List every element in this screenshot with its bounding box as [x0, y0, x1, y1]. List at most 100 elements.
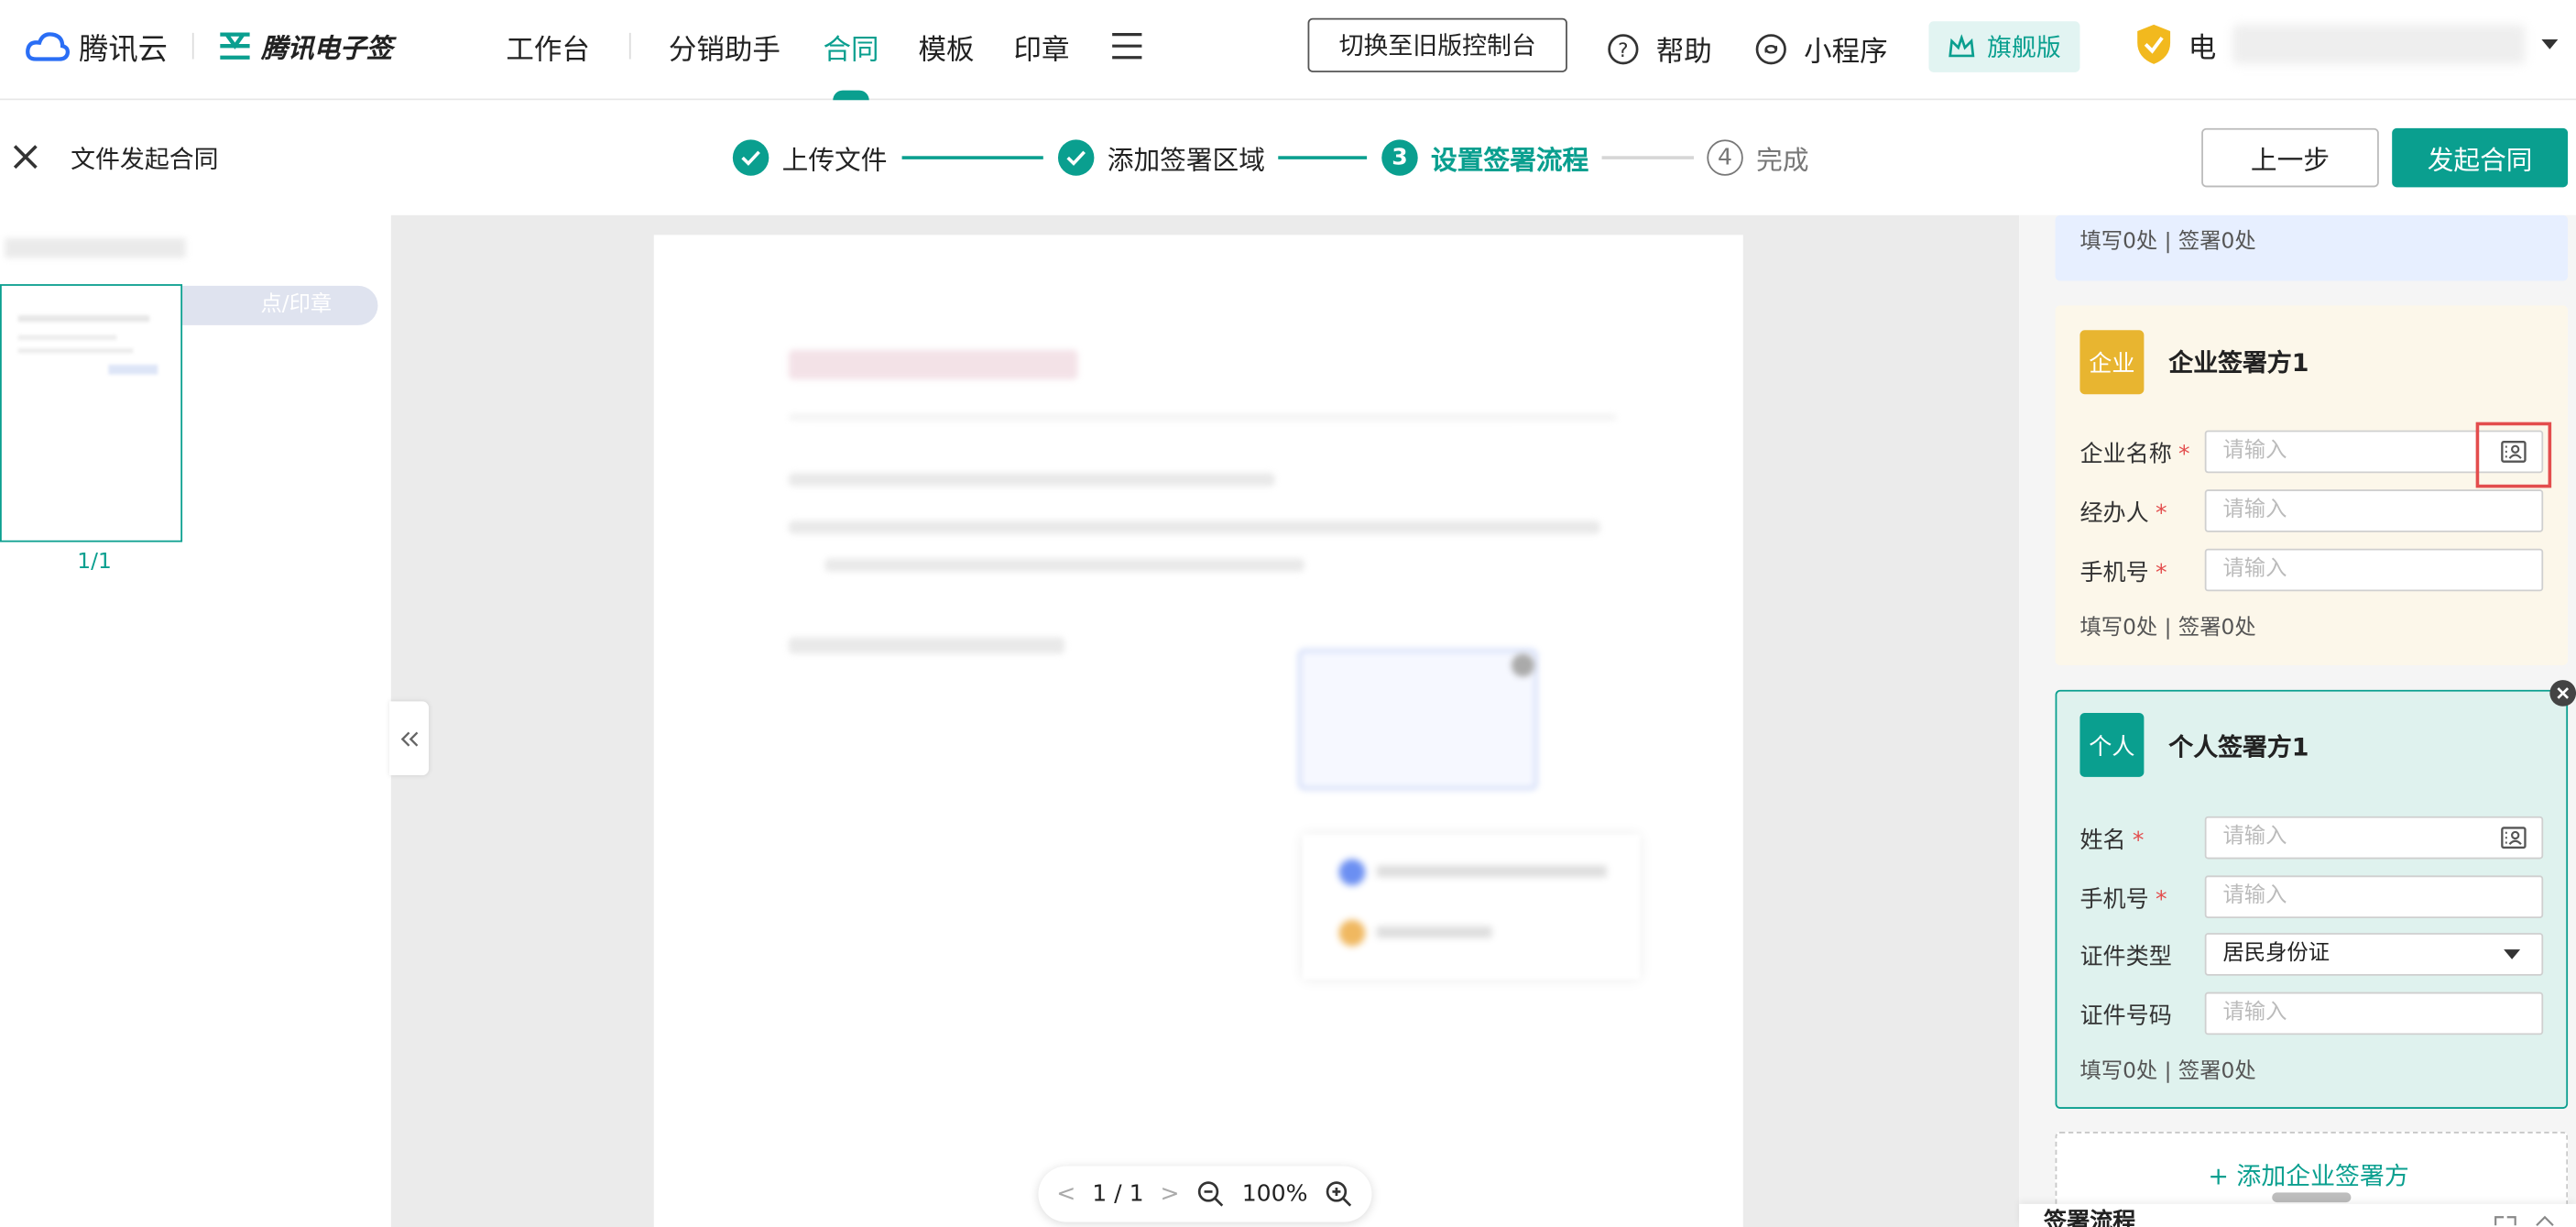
thumbnail-page-number: 1/1	[77, 550, 112, 575]
miniprogram-icon	[1755, 33, 1786, 64]
step-connector	[1601, 156, 1694, 159]
flagship-edition-badge[interactable]: 旗舰版	[1928, 21, 2080, 72]
enterprise-badge: 企业	[2079, 330, 2145, 395]
thumbnail-pane: 点/印章 1/1	[0, 214, 391, 1227]
zoom-in-icon[interactable]	[1324, 1179, 1353, 1209]
step-number: 3	[1381, 139, 1418, 176]
cloud-logo-icon	[26, 32, 71, 61]
step-add-sign-area: 添加签署区域	[1057, 138, 1265, 178]
menu-icon[interactable]	[1110, 31, 1143, 60]
document-page	[653, 235, 1743, 1227]
blurred-text-line	[788, 637, 1065, 654]
step-connector	[901, 156, 1043, 159]
file-name-redacted	[5, 237, 186, 258]
close-icon[interactable]	[13, 145, 38, 170]
signature-area[interactable]	[1297, 649, 1538, 791]
help-icon: ?	[1608, 33, 1639, 64]
remove-area-icon[interactable]	[1511, 653, 1535, 677]
add-enterprise-label: + 添加企业签署方	[2208, 1161, 2409, 1191]
chevron-up-icon[interactable]	[2533, 1215, 2556, 1227]
field-label-id-type: 证件类型	[2079, 944, 2172, 971]
page-zoom-controls: < 1 / 1 > 100%	[1038, 1166, 1372, 1222]
chevron-down-icon	[2541, 39, 2559, 49]
field-label-name: 姓名 *	[2079, 827, 2145, 855]
field-label-handler: 经办人 *	[2079, 500, 2167, 528]
nav-contract[interactable]: 合同	[823, 27, 879, 68]
step-label: 添加签署区域	[1107, 144, 1265, 176]
handler-input[interactable]: 请输入	[2204, 489, 2544, 532]
enterprise-card-stats: 填写0处 | 签署0处	[2079, 616, 2256, 641]
field-label-enterprise-phone: 手机号 *	[2079, 560, 2167, 586]
step-label: 完成	[1756, 144, 1809, 176]
nav-workbench[interactable]: 工作台	[506, 27, 589, 68]
name-input[interactable]: 请输入	[2204, 816, 2544, 860]
personal-phone-input[interactable]: 请输入	[2204, 875, 2544, 919]
company-name-redacted	[2232, 24, 2526, 64]
nav-template[interactable]: 模板	[919, 27, 975, 68]
field-label-id-number: 证件号码	[2079, 1003, 2172, 1030]
field-label-company-name: 企业名称 *	[2079, 442, 2190, 468]
flagship-label: 旗舰版	[1987, 32, 2061, 63]
contact-book-icon[interactable]	[2501, 827, 2527, 849]
miniprogram-label: 小程序	[1804, 36, 1888, 70]
personal-card-stats: 填写0处 | 签署0处	[2079, 1059, 2256, 1085]
blurred-divider	[788, 413, 1617, 421]
id-type-select[interactable]: 居民身份证	[2204, 933, 2544, 976]
svg-text:?: ?	[1618, 38, 1628, 61]
drag-handle[interactable]	[2272, 1192, 2352, 1203]
step-label: 上传文件	[781, 144, 888, 176]
check-icon	[732, 139, 770, 176]
id-number-input[interactable]: 请输入	[2204, 991, 2544, 1035]
esign-logo-icon	[220, 32, 250, 60]
signer-popover	[1303, 834, 1640, 980]
esign-logo[interactable]: 腾讯电子签	[217, 27, 393, 66]
nav-seal[interactable]: 印章	[1014, 27, 1070, 68]
nav-distribution[interactable]: 分销助手	[669, 27, 780, 68]
step-connector	[1278, 156, 1368, 159]
esign-brand-name: 腾讯电子签	[261, 32, 393, 64]
brand-name: 腾讯云	[79, 32, 168, 68]
top-navigation-bar: 腾讯云 腾讯电子签 工作台 分销助手 合同 模板 印章 切换至旧版控制台 ? 帮…	[0, 0, 2576, 101]
personal-badge: 个人	[2079, 712, 2145, 777]
expand-icon[interactable]	[2494, 1215, 2516, 1227]
page-thumbnail[interactable]	[0, 284, 183, 542]
shield-icon	[2137, 24, 2171, 64]
flow-panel-title: 签署流程	[2043, 1209, 2136, 1227]
previous-step-button[interactable]: 上一步	[2201, 127, 2379, 188]
collapse-sidebar-button[interactable]	[389, 701, 430, 776]
step-finish: 4 完成	[1707, 138, 1809, 178]
blurred-doc-title	[788, 349, 1078, 380]
previous-card-stats: 填写0处 | 签署0处	[2079, 229, 2256, 255]
blurred-text-line	[788, 520, 1600, 534]
personal-signer-title: 个人签署方1	[2168, 732, 2309, 762]
step-label: 设置签署流程	[1431, 144, 1589, 176]
zoom-level: 100%	[1241, 1180, 1308, 1208]
step-set-flow: 3 设置签署流程	[1381, 138, 1588, 178]
company-switcher[interactable]: 电	[2135, 23, 2559, 66]
highlight-box	[2475, 422, 2552, 488]
active-nav-indicator	[833, 90, 869, 101]
blurred-text-line	[824, 558, 1304, 572]
remove-signer-icon[interactable]	[2549, 680, 2576, 707]
start-contract-button[interactable]: 发起合同	[2392, 127, 2569, 188]
help-label: 帮助	[1655, 36, 1712, 70]
page-indicator: 1 / 1	[1092, 1180, 1144, 1208]
zoom-out-icon[interactable]	[1195, 1179, 1225, 1209]
enterprise-phone-input[interactable]: 请输入	[2204, 548, 2544, 592]
field-label-personal-phone: 手机号 *	[2079, 886, 2167, 914]
company-name: 电	[2188, 31, 2217, 65]
page-title: 文件发起合同	[71, 144, 219, 175]
miniprogram-link[interactable]: 小程序	[1754, 27, 1888, 70]
prev-page-icon[interactable]: <	[1056, 1181, 1075, 1208]
chevron-down-icon	[2504, 949, 2521, 959]
step-upload: 上传文件	[732, 138, 888, 178]
double-chevron-left-icon	[400, 730, 419, 746]
step-number: 4	[1707, 139, 1743, 176]
switch-old-console-button[interactable]: 切换至旧版控制台	[1307, 17, 1567, 72]
help-link[interactable]: ? 帮助	[1607, 27, 1712, 69]
signature-tag[interactable]: 点/印章	[180, 285, 378, 325]
tencent-cloud-logo[interactable]: 腾讯云	[25, 27, 168, 70]
enterprise-signer-title: 企业签署方1	[2168, 348, 2309, 378]
next-page-icon[interactable]: >	[1161, 1181, 1180, 1208]
check-icon	[1057, 139, 1095, 176]
